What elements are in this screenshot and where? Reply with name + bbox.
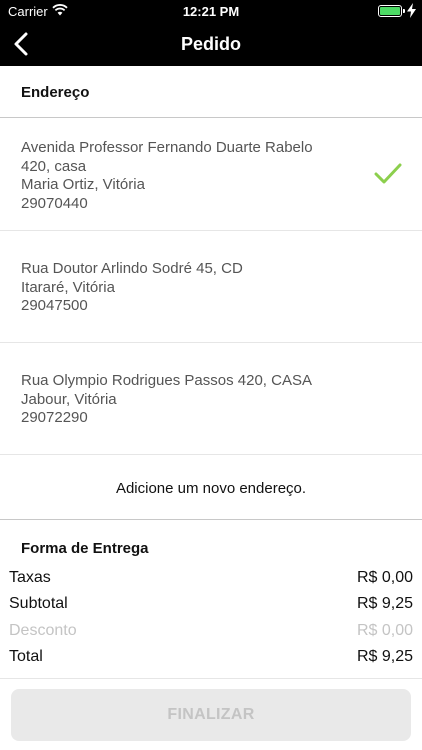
address-text: Rua Olympio Rodrigues Passos 420, CASA J… — [21, 372, 312, 428]
add-address-label: Adicione um novo endereço. — [115, 480, 307, 497]
address-line: Jabour, Vitória — [21, 390, 117, 408]
summary-row-subtotal: Subtotal R$ 9,25 — [9, 595, 413, 619]
delivery-section-title: Forma de Entrega — [21, 540, 149, 557]
summary-label: Desconto — [9, 622, 77, 639]
battery-cap — [403, 9, 405, 13]
address-text: Avenida Professor Fernando Duarte Rabelo… — [21, 139, 313, 213]
address-line: Itararé, Vitória — [21, 278, 115, 296]
add-address-button[interactable]: Adicione um novo endereço. — [0, 456, 422, 520]
summary-value: R$ 9,25 — [356, 595, 413, 612]
status-bar: Carrier 12:21 PM — [0, 0, 422, 22]
summary-row-desconto: Desconto R$ 0,00 — [9, 622, 413, 646]
charging-bolt-icon — [407, 3, 416, 18]
address-line: 29047500 — [21, 297, 88, 314]
address-line: 29070440 — [21, 194, 88, 212]
divider — [0, 678, 422, 679]
address-line: 420, casa — [21, 157, 87, 175]
summary-value: R$ 9,25 — [356, 648, 413, 665]
address-line: Maria Ortiz, Vitória — [21, 176, 145, 193]
address-line: Rua Olympio Rodrigues Passos 420, CASA — [21, 372, 312, 389]
address-section-title: Endereço — [21, 84, 90, 101]
navigation-bar: Pedido — [0, 22, 422, 66]
summary-label: Subtotal — [9, 595, 68, 612]
address-line: Rua Doutor Arlindo Sodré 45, CD — [21, 260, 243, 277]
finalize-button[interactable]: FINALIZAR — [11, 689, 411, 741]
address-line: Avenida Professor Fernando Duarte Rabelo — [21, 139, 313, 156]
summary-value: R$ 0,00 — [356, 569, 413, 586]
summary-row-total: Total R$ 9,25 — [9, 648, 413, 672]
address-line: 29072290 — [21, 409, 88, 426]
status-time: 12:21 PM — [182, 4, 240, 19]
summary-row-taxas: Taxas R$ 0,00 — [9, 569, 413, 593]
summary-label: Taxas — [9, 569, 51, 586]
summary-label: Total — [9, 648, 43, 665]
finalize-label: FINALIZAR — [167, 706, 255, 723]
address-item[interactable]: Avenida Professor Fernando Duarte Rabelo… — [0, 119, 422, 231]
address-item[interactable]: Rua Doutor Arlindo Sodré 45, CD Itararé,… — [0, 231, 422, 343]
address-section-header: Endereço — [0, 66, 422, 118]
address-text: Rua Doutor Arlindo Sodré 45, CD Itararé,… — [21, 260, 243, 316]
summary-value: R$ 0,00 — [356, 622, 413, 639]
address-item[interactable]: Rua Olympio Rodrigues Passos 420, CASA J… — [0, 343, 422, 455]
delivery-section-header: Forma de Entrega — [0, 521, 422, 565]
checkmark-icon — [374, 163, 402, 184]
battery-icon — [378, 5, 402, 17]
page-title: Pedido — [180, 34, 241, 54]
